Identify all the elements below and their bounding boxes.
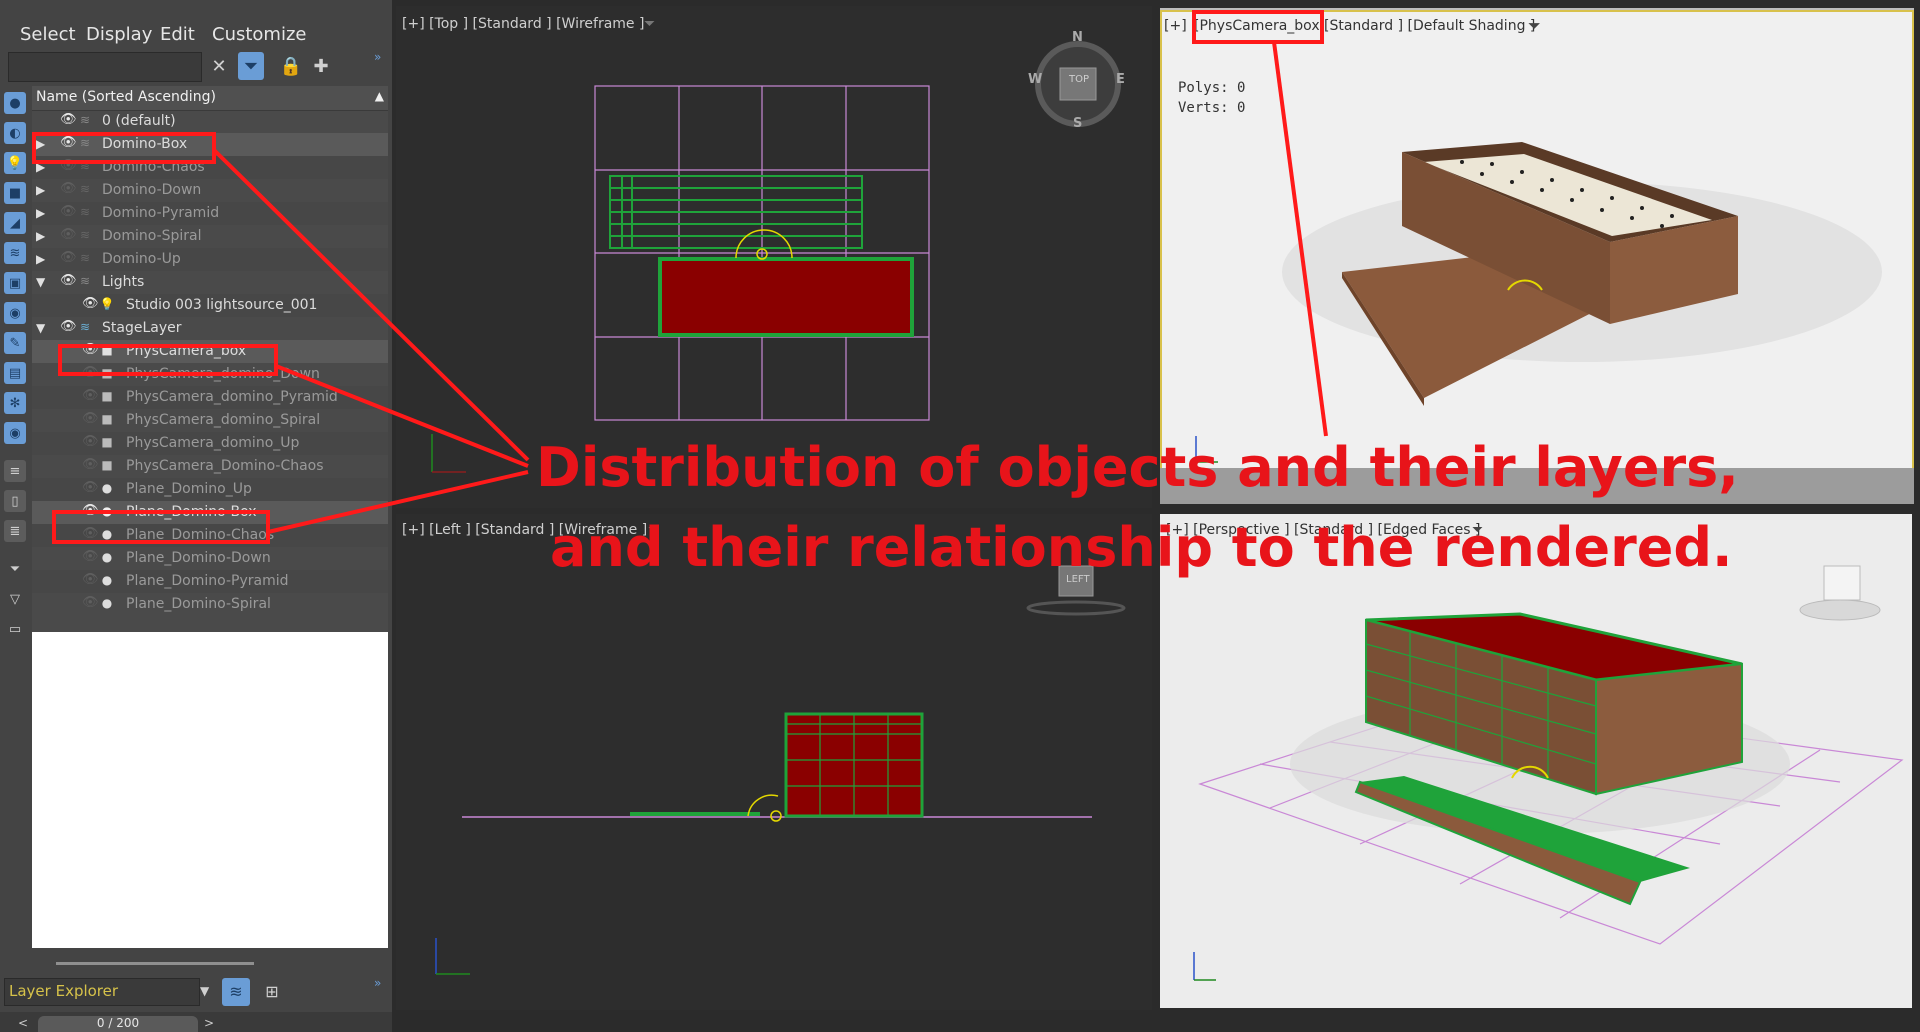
annotation-line-1: Distribution of objects and their layers…: [536, 436, 1739, 499]
highlight-domino-box: [32, 132, 216, 164]
highlight-physcamera-box: [58, 344, 278, 376]
highlight-camera-label: [1192, 10, 1324, 44]
annotation-line-2: and their relationship to the rendered.: [550, 516, 1733, 579]
highlight-plane-domino-box: [52, 510, 270, 544]
